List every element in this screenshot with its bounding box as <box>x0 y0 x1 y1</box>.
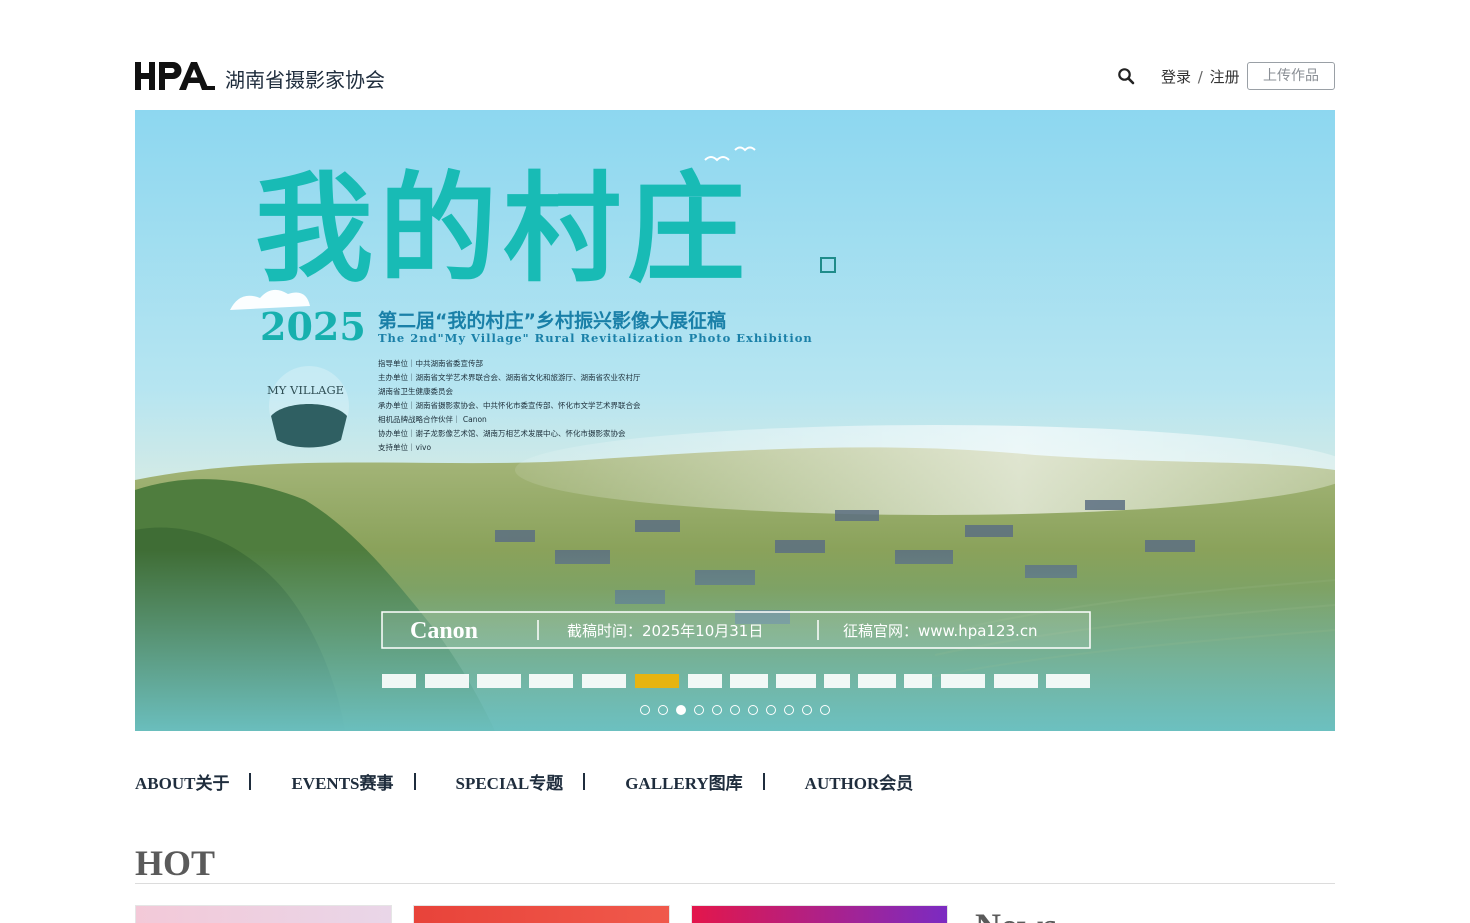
search-icon[interactable] <box>1117 67 1135 85</box>
nav-divider <box>762 772 765 790</box>
site-header: 湖南省摄影家协会 登录 / 注册 上传作品 <box>135 56 1335 96</box>
register-link[interactable]: 注册 <box>1210 68 1240 86</box>
banner-headline: 第二届“我的村庄”乡村振兴影像大展征稿 <box>378 309 726 332</box>
nav-divider <box>583 772 586 790</box>
hot-card[interactable] <box>691 905 948 923</box>
banner-deadline: 截稿时间：2025年10月31日 <box>567 622 763 640</box>
hpa-logo-mark <box>135 62 215 90</box>
banner-title: 我的村庄 <box>255 160 751 298</box>
nav-divider <box>249 772 252 790</box>
auth-separator: / <box>1197 68 1203 86</box>
organizer-line: 相机品牌战略合作伙伴｜ Canon <box>378 414 487 424</box>
organizer-line: 承办单位｜湖南省摄影家协会、中共怀化市委宣传部、怀化市文学艺术界联合会 <box>378 400 641 410</box>
media-logos <box>382 674 1090 688</box>
organizer-line: 支持单位｜vivo <box>378 442 431 452</box>
nav-special[interactable]: SPECIAL专题 <box>456 769 564 794</box>
hot-card[interactable] <box>135 905 392 923</box>
carousel-dot-active[interactable] <box>676 705 686 715</box>
organizer-line: 协办单位｜谢子龙影像艺术馆、湖南万相艺术发展中心、怀化市摄影家协会 <box>378 428 626 438</box>
banner-year: 2025 <box>260 304 366 349</box>
nav-about[interactable]: ABOUT关于 <box>135 769 229 794</box>
badge-text: MY VILLAGE <box>267 383 344 397</box>
hot-card[interactable] <box>413 905 670 923</box>
section-divider <box>135 883 1335 884</box>
login-link[interactable]: 登录 <box>1161 68 1191 86</box>
banner-subtitle: The 2nd"My Village" Rural Revitalization… <box>378 331 813 345</box>
nav-gallery[interactable]: GALLERY图库 <box>625 769 742 794</box>
organizer-line: 主办单位｜湖南省文学艺术界联合会、湖南省文化和旅游厅、湖南省农业农村厅 <box>378 372 641 382</box>
hero-banner[interactable]: 我的村庄 2025 第二届“我的村庄”乡村振兴影像大展征稿 The 2nd"My… <box>135 110 1335 731</box>
site-name: 湖南省摄影家协会 <box>225 68 385 92</box>
banner-website: 征稿官网：www.hpa123.cn <box>843 622 1038 640</box>
banner-image: 我的村庄 2025 第二届“我的村庄”乡村振兴影像大展征稿 The 2nd"My… <box>135 110 1335 731</box>
news-section-title: News <box>975 905 1057 923</box>
nav-author[interactable]: AUTHOR会员 <box>805 769 914 794</box>
organizer-line: 湖南省卫生健康委员会 <box>378 386 453 396</box>
upload-work-button[interactable]: 上传作品 <box>1247 62 1335 90</box>
hpa-logo[interactable] <box>135 62 215 90</box>
organizer-line: 指导单位｜中共湖南省委宣传部 <box>378 358 483 368</box>
main-nav: ABOUT关于 EVENTS赛事 SPECIAL专题 GALLERY图库 AUT… <box>135 769 914 794</box>
nav-events[interactable]: EVENTS赛事 <box>291 769 393 794</box>
auth-links: 登录 / 注册 <box>1161 66 1240 87</box>
hot-section-title: HOT <box>135 843 216 883</box>
sponsor-logo: Canon <box>410 618 478 644</box>
nav-divider <box>413 772 416 790</box>
